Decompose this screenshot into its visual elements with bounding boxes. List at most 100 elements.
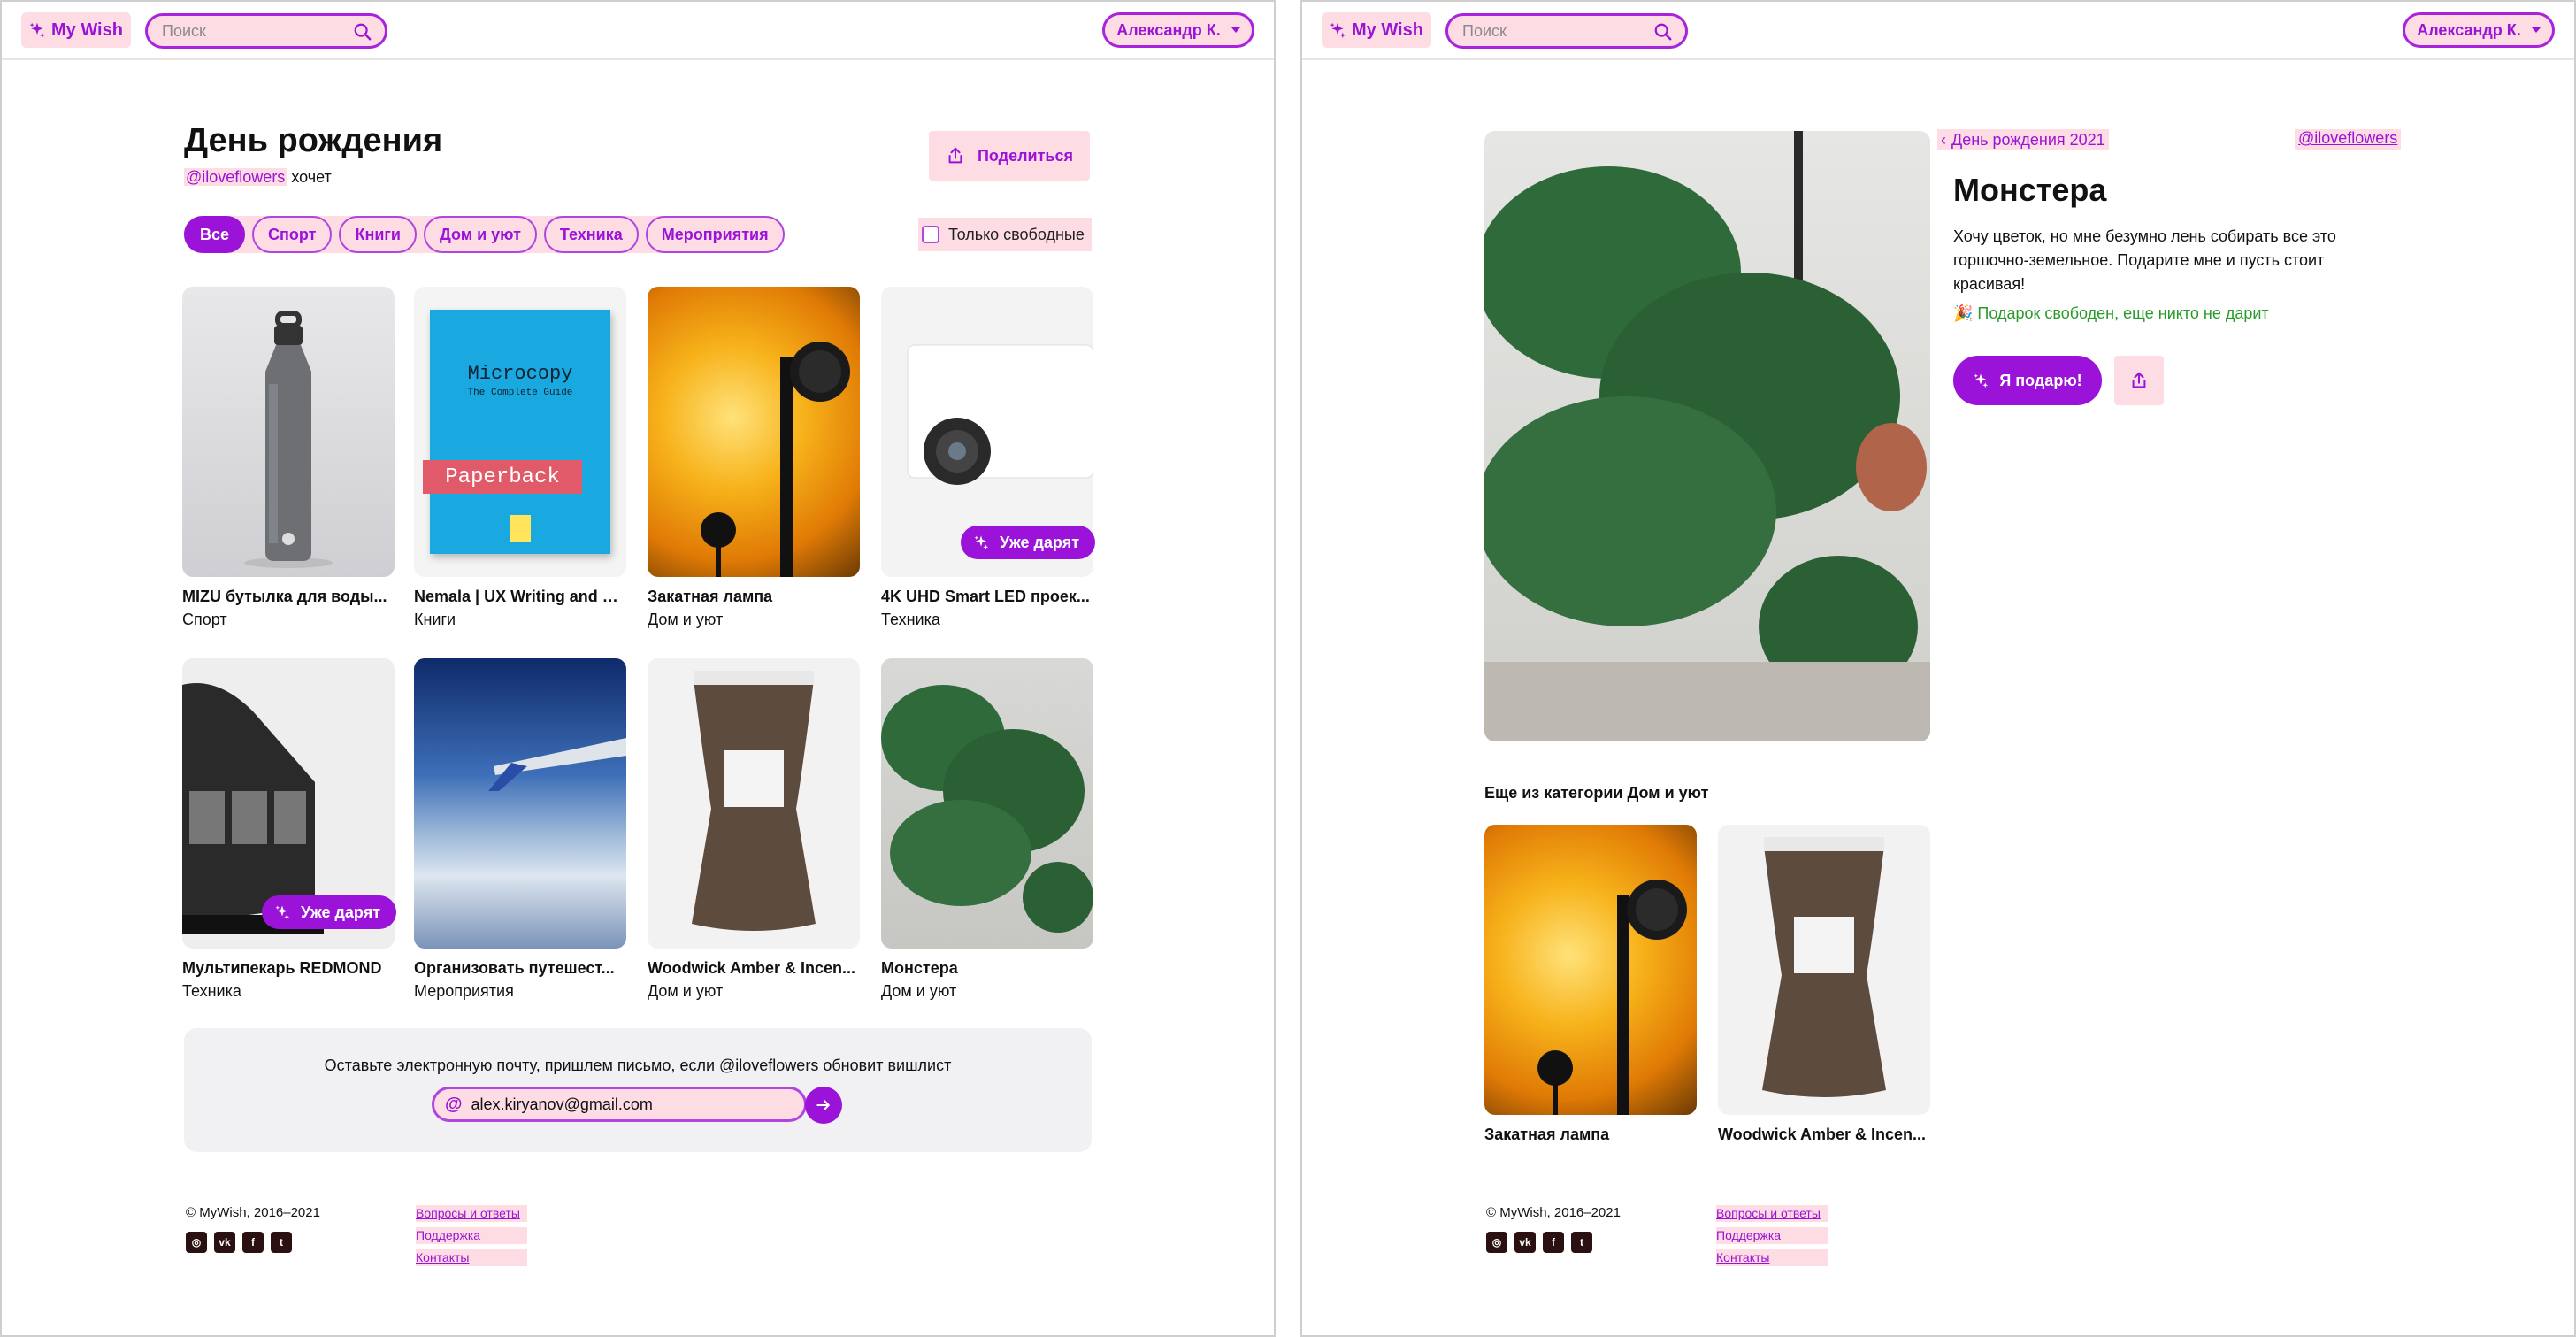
paperback-tag: Paperback bbox=[423, 460, 582, 494]
share-button[interactable] bbox=[2114, 356, 2164, 405]
book-title: Microcopy bbox=[467, 363, 573, 385]
sparkle-icon bbox=[274, 904, 290, 920]
share-icon bbox=[2129, 371, 2149, 390]
book-image: Microcopy The Complete Guide Paperback bbox=[414, 287, 626, 577]
wish-status: 🎉 Подарок свободен, еще никто не дарит bbox=[1953, 304, 2269, 322]
category-chip-events[interactable]: Мероприятия bbox=[645, 216, 785, 253]
wish-name: Монстера bbox=[881, 959, 958, 977]
wish-card[interactable]: Закатная лампа Дом и уют bbox=[648, 287, 860, 628]
related-card[interactable]: Woodwick Amber & Incen... bbox=[1718, 825, 1930, 1143]
logo[interactable]: My Wish bbox=[21, 12, 131, 48]
only-free-checkbox[interactable] bbox=[922, 226, 939, 243]
wish-card[interactable]: Монстера Дом и уют bbox=[881, 658, 1093, 1000]
wish-card[interactable]: Microcopy The Complete Guide Paperback N… bbox=[414, 287, 626, 628]
wish-category: Техника bbox=[182, 982, 242, 1000]
facebook-icon[interactable]: f bbox=[242, 1232, 264, 1253]
book-cover: Microcopy The Complete Guide bbox=[430, 310, 610, 554]
book-subtitle: The Complete Guide bbox=[467, 388, 573, 398]
search-input[interactable] bbox=[1462, 21, 1648, 41]
monstera-image bbox=[881, 658, 1093, 949]
subscribe-text: Оставьте электронную почту, пришлем пись… bbox=[324, 1057, 952, 1074]
twitter-icon[interactable]: t bbox=[271, 1232, 292, 1253]
faq-link[interactable]: Вопросы и ответы bbox=[1716, 1205, 1828, 1222]
support-link[interactable]: Поддержка bbox=[416, 1227, 527, 1244]
twitter-icon[interactable]: t bbox=[1571, 1232, 1592, 1253]
travel-image bbox=[414, 658, 626, 949]
top-bar: My Wish Александр К. bbox=[1302, 2, 2574, 60]
category-chip-books[interactable]: Книги bbox=[339, 216, 417, 253]
search-input[interactable] bbox=[162, 21, 348, 41]
email-input[interactable] bbox=[471, 1095, 790, 1114]
category-chip-sport[interactable]: Спорт bbox=[252, 216, 333, 253]
wish-category: Спорт bbox=[182, 611, 227, 628]
vk-icon[interactable]: vk bbox=[214, 1232, 235, 1253]
search-icon[interactable] bbox=[353, 22, 372, 42]
vk-icon[interactable]: vk bbox=[1514, 1232, 1536, 1253]
sunset-lamp-image bbox=[648, 287, 860, 577]
user-name: Александр К. bbox=[1116, 20, 1221, 39]
logo[interactable]: My Wish bbox=[1322, 12, 1431, 48]
category-chip-tech[interactable]: Техника bbox=[543, 216, 639, 253]
wish-description: Хочу цветок, но мне безумно лень собират… bbox=[1953, 227, 2336, 293]
chevron-left-icon: ‹ bbox=[1941, 130, 1946, 149]
at-icon: @ bbox=[445, 1094, 463, 1114]
wishlist-window: My Wish Александр К. День рождения @ilov… bbox=[0, 0, 1276, 1337]
footer-links: Вопросы и ответы Поддержка Контакты bbox=[416, 1205, 527, 1266]
wish-category: Мероприятия bbox=[414, 982, 514, 1000]
contacts-link[interactable]: Контакты bbox=[416, 1249, 527, 1266]
only-free-label: Только свободные bbox=[948, 225, 1085, 243]
share-button[interactable]: Поделиться bbox=[929, 131, 1090, 181]
owner-line: @iloveflowers хочет bbox=[184, 168, 332, 187]
contacts-link[interactable]: Контакты bbox=[1716, 1249, 1828, 1266]
wish-photo bbox=[1484, 131, 1930, 741]
wish-name: MIZU бутылка для воды... bbox=[182, 588, 387, 605]
chevron-down-icon bbox=[2531, 27, 2541, 33]
candle-image bbox=[648, 658, 860, 949]
wish-category: Дом и уют bbox=[648, 982, 724, 1000]
wish-category: Дом и уют bbox=[648, 611, 724, 628]
logo-text: My Wish bbox=[1352, 19, 1423, 40]
wish-card[interactable]: Woodwick Amber & Incen... Дом и уют bbox=[648, 658, 860, 1000]
support-link[interactable]: Поддержка bbox=[1716, 1227, 1828, 1244]
wish-title: Монстера bbox=[1953, 172, 2107, 208]
user-name: Александр К. bbox=[2417, 20, 2521, 39]
category-chip-home[interactable]: Дом и уют bbox=[423, 216, 537, 253]
related-card[interactable]: Закатная лампа bbox=[1484, 825, 1697, 1143]
email-field[interactable]: @ bbox=[432, 1087, 807, 1122]
candle-image bbox=[1718, 825, 1930, 1115]
arrow-right-icon bbox=[816, 1100, 830, 1110]
category-filter: Все Спорт Книги Дом и уют Техника Меропр… bbox=[184, 216, 785, 253]
page-title: День рождения bbox=[184, 122, 443, 159]
give-label: Я подарю! bbox=[1999, 371, 2082, 389]
i-will-give-button[interactable]: Я подарю! bbox=[1953, 356, 2102, 405]
category-chip-all[interactable]: Все bbox=[184, 216, 246, 253]
badge-label: Уже дарят bbox=[301, 903, 381, 921]
instagram-icon[interactable]: ◎ bbox=[186, 1232, 207, 1253]
wish-name: Организовать путешест... bbox=[414, 959, 615, 977]
copyright: © MyWish, 2016–2021 bbox=[1486, 1205, 1621, 1220]
user-menu[interactable]: Александр К. bbox=[2403, 12, 2555, 48]
owner-link[interactable]: @iloveflowers bbox=[2295, 129, 2402, 150]
search-icon[interactable] bbox=[1653, 22, 1673, 42]
user-menu[interactable]: Александр К. bbox=[1102, 12, 1254, 48]
instagram-icon[interactable]: ◎ bbox=[1486, 1232, 1507, 1253]
sparkle-icon bbox=[28, 21, 46, 39]
wish-card[interactable]: MIZU бутылка для воды... Спорт bbox=[182, 287, 395, 628]
already-gifting-badge: Уже дарят bbox=[262, 895, 397, 929]
more-title: Еще из категории Дом и уют bbox=[1484, 784, 1709, 802]
facebook-icon[interactable]: f bbox=[1543, 1232, 1564, 1253]
only-free-toggle[interactable]: Только свободные bbox=[918, 218, 1092, 251]
sparkle-icon bbox=[1973, 373, 1989, 388]
wish-name: Woodwick Amber & Incen... bbox=[648, 959, 856, 977]
owner-link[interactable]: @iloveflowers bbox=[184, 168, 288, 186]
subscribe-button[interactable] bbox=[805, 1087, 842, 1124]
search-box[interactable] bbox=[145, 13, 387, 49]
wish-card[interactable]: Уже дарят Мультипекарь REDMOND Техника bbox=[182, 658, 397, 1000]
share-label: Поделиться bbox=[977, 146, 1074, 165]
wish-card[interactable]: Организовать путешест... Мероприятия bbox=[414, 658, 626, 1000]
sparkle-icon bbox=[973, 534, 989, 550]
back-link[interactable]: ‹ День рождения 2021 bbox=[1937, 129, 2109, 150]
faq-link[interactable]: Вопросы и ответы bbox=[416, 1205, 527, 1222]
wish-card[interactable]: Уже дарят 4K UHD Smart LED проек... Техн… bbox=[881, 287, 1096, 628]
search-box[interactable] bbox=[1445, 13, 1688, 49]
